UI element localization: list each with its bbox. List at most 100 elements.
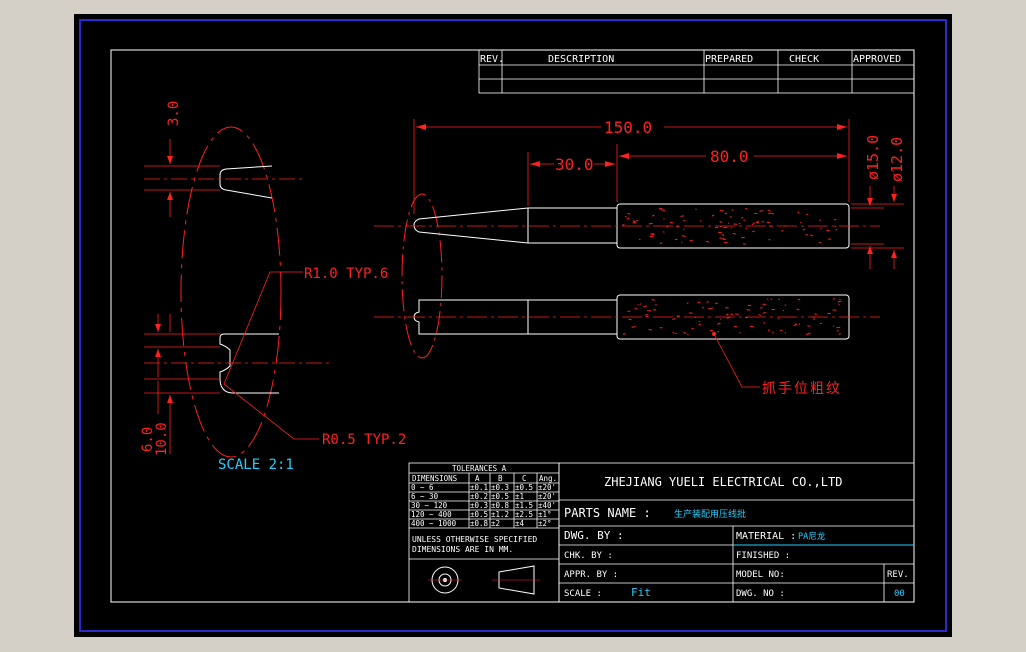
tol-cell: 30 ~ 120 <box>411 501 448 510</box>
knurl-mark <box>838 333 841 335</box>
knurl-mark <box>793 324 797 326</box>
tolerance-title: TOLERANCES A <box>452 464 507 473</box>
knurl-mark <box>631 326 636 328</box>
knurl-mark <box>674 238 678 241</box>
knurl-mark <box>686 302 689 304</box>
model-no-label: MODEL NO: <box>736 570 785 580</box>
knurl-mark <box>687 333 689 336</box>
knurl-mark <box>784 332 787 334</box>
parts-name-label: PARTS NAME : <box>564 506 651 520</box>
knurl-mark <box>720 318 722 320</box>
knurl-mark <box>813 318 816 320</box>
appr-by-label: APPR. BY : <box>564 570 618 580</box>
knurl-mark <box>778 317 780 320</box>
approved-header: APPROVED <box>853 54 901 65</box>
tol-cell: ±0.2 <box>470 492 488 501</box>
detail-view: 3.0 6.0 10.0 R1.0 TYP.6 R0.5 TYP.2 SCALE… <box>140 101 406 473</box>
knurl-mark <box>726 313 729 316</box>
tol-cell: ±40' <box>538 501 556 510</box>
finished-label: FINISHED : <box>736 551 790 561</box>
knurl-mark <box>741 236 745 239</box>
tol-cell: 6 ~ 30 <box>411 492 439 501</box>
material-label: MATERIAL : <box>736 531 796 542</box>
tol-cell: ±0.8 <box>470 519 489 528</box>
knurl-mark <box>758 314 762 316</box>
knurl-mark <box>644 314 649 316</box>
knurl-mark <box>746 309 751 311</box>
knurl-mark <box>672 318 676 320</box>
knurl-mark <box>810 234 814 237</box>
knurl-mark <box>814 313 817 315</box>
tol-cell: ±2° <box>538 519 552 528</box>
detail-top-slot <box>219 165 273 199</box>
knurl-mark <box>738 222 741 225</box>
detail-scale-label: SCALE 2:1 <box>218 457 294 473</box>
detail-bottom-slot <box>219 333 279 394</box>
knurl-mark <box>802 228 806 231</box>
knurl-mark <box>798 323 801 325</box>
tol-cell: ±1.5 <box>515 501 533 510</box>
knurl-mark <box>708 307 711 310</box>
overall-length-label: 150.0 <box>604 118 652 137</box>
outer-diameter-label: ø15.0 <box>864 135 882 180</box>
tol-cell: ±4 <box>515 519 525 528</box>
scale-label: SCALE : <box>564 589 602 599</box>
knurl-mark <box>695 208 697 210</box>
rev-header: REV. <box>480 54 504 65</box>
inner-diameter-label: ø12.0 <box>888 137 906 182</box>
knurl-mark <box>621 224 625 226</box>
rev-label: REV. <box>887 570 909 580</box>
tol-header-c: C <box>522 474 527 483</box>
tol-cell: ±2.5 <box>515 510 533 519</box>
knurl-mark <box>767 209 771 212</box>
knurl-mark <box>763 322 766 324</box>
knurl-mark <box>717 231 723 234</box>
knurl-mark <box>761 220 765 223</box>
knurl-mark <box>820 227 823 229</box>
knurl-mark <box>726 317 730 319</box>
knurl-mark <box>768 238 771 241</box>
knurl-mark <box>742 243 747 245</box>
tol-cell: ±1.2 <box>491 510 509 519</box>
knurl-mark <box>638 238 641 241</box>
knurl-mark <box>699 220 702 222</box>
handle-length-label: 80.0 <box>710 147 749 166</box>
knurl-mark <box>800 221 802 224</box>
tol-cell: ±20' <box>538 483 556 492</box>
knurl-mark <box>720 225 722 228</box>
company-name: ZHEJIANG YUELI ELECTRICAL CO.,LTD <box>604 475 842 489</box>
knurl-mark <box>796 308 800 311</box>
knurl-mark <box>767 329 770 331</box>
knurl-mark <box>648 309 652 312</box>
rev-value: 00 <box>894 589 905 599</box>
dwg-no-label: DWG. NO : <box>736 589 785 599</box>
knurl-mark <box>622 333 626 335</box>
knurl-mark <box>836 326 841 329</box>
knurl-mark <box>706 301 710 303</box>
knurl-mark <box>760 209 763 212</box>
tol-header-ang: Ang. <box>539 474 557 483</box>
tol-cell: ±0.3 <box>470 501 488 510</box>
tolerance-note-2: DIMENSIONS ARE IN MM. <box>412 545 513 554</box>
knurl-mark <box>651 299 656 301</box>
knurl-mark <box>648 222 653 225</box>
knurl-mark <box>752 230 755 233</box>
knurl-mark <box>760 307 763 309</box>
tol-cell: 400 ~ 1000 <box>411 519 457 528</box>
knurl-mark <box>767 298 769 300</box>
tol-cell: ±20' <box>538 492 556 501</box>
knurl-mark <box>818 241 822 244</box>
knurl-mark <box>730 227 733 229</box>
tol-header-dimensions: DIMENSIONS <box>412 474 458 483</box>
knurl-mark <box>652 214 655 217</box>
knurl-mark <box>721 234 725 236</box>
knurl-mark <box>717 331 720 333</box>
knurl-mark <box>743 219 746 221</box>
knurl-mark <box>680 215 685 217</box>
knurl-mark <box>675 225 679 228</box>
knurl-mark <box>836 330 839 332</box>
prepared-header: PREPARED <box>705 54 753 65</box>
knurl-mark <box>711 214 715 217</box>
knurl-mark <box>837 300 842 303</box>
knurl-note-label: 抓手位粗纹 <box>762 381 842 397</box>
